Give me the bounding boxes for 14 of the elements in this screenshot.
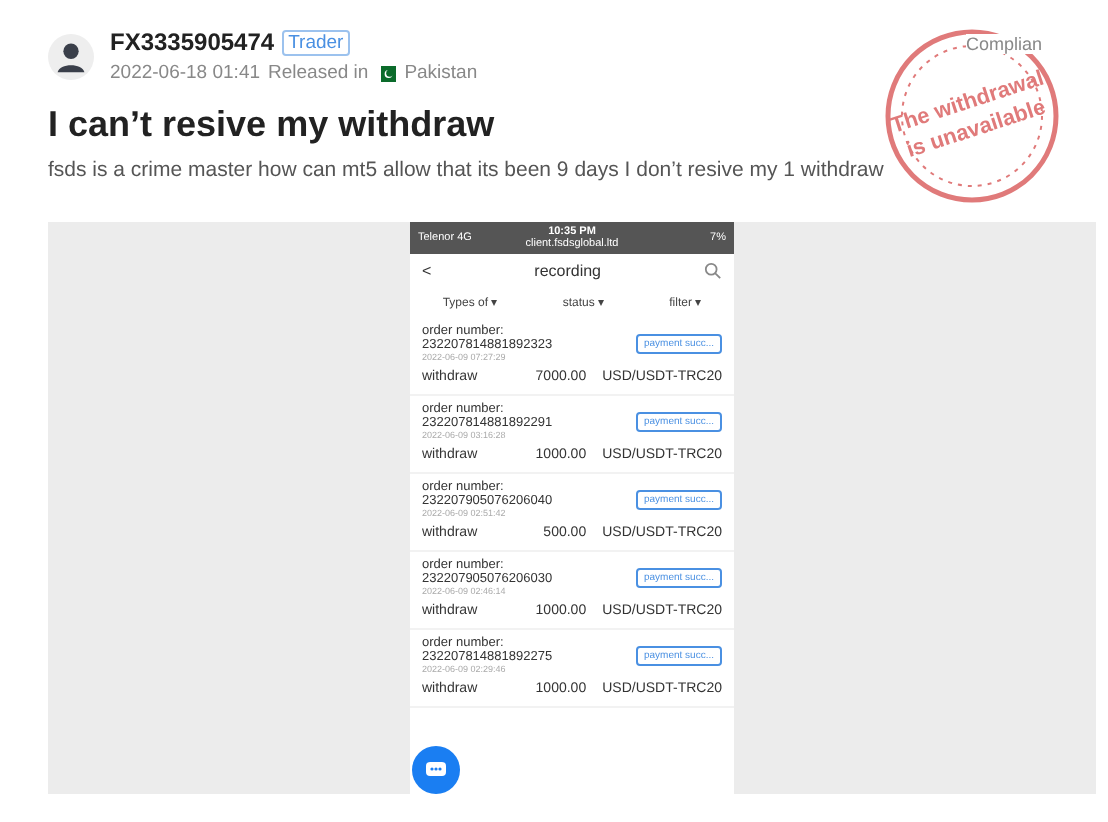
search-icon[interactable] [704, 262, 722, 280]
chat-button[interactable] [412, 746, 460, 794]
back-button[interactable]: < [422, 262, 432, 280]
post-time: 2022-06-18 01:41 [110, 62, 261, 84]
avatar-icon [48, 34, 94, 80]
released-label: Released in [268, 62, 369, 84]
page-heading: recording [534, 262, 602, 280]
post-body: fsds is a crime master how can mt5 allow that its been 9 days I don’t resive my 1 withdraw [48, 158, 886, 182]
trader-badge: Trader [282, 29, 350, 55]
country-name: Pakistan [404, 62, 478, 84]
category-label: Complian [966, 34, 1043, 54]
user-name[interactable]: FX3335905474 [110, 28, 275, 56]
flag-icon [376, 65, 397, 81]
post-title: I can’t resive my withdraw [48, 104, 495, 146]
